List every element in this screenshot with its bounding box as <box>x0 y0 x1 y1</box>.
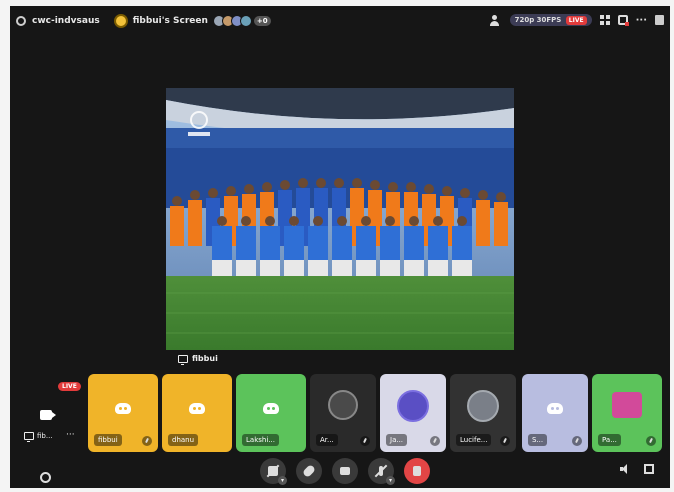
screen-share-icon <box>340 467 350 475</box>
discord-logo-icon <box>543 396 567 420</box>
chat-icon[interactable] <box>655 15 664 25</box>
house-avatar-icon <box>612 392 642 419</box>
camera-off-button[interactable]: ▾ <box>260 458 287 485</box>
avatar <box>239 15 252 27</box>
discord-logo-icon <box>259 396 283 420</box>
screen-title: fibbui's Screen <box>132 16 208 26</box>
viewer-avatars[interactable]: +0 <box>212 15 271 27</box>
more-options-icon[interactable]: ··· <box>636 15 647 26</box>
self-stream-label[interactable]: fib... <box>24 432 53 442</box>
volume-icon[interactable] <box>620 464 630 474</box>
more-options-icon[interactable]: ··· <box>66 430 75 440</box>
participant-name: fibbui <box>94 434 122 446</box>
shared-screen-image <box>166 88 514 350</box>
share-screen-button[interactable] <box>332 458 358 484</box>
call-controls: ▾ ▾ <box>260 458 430 485</box>
user-avatar <box>397 390 429 423</box>
participant-tile[interactable]: Lakshi... <box>236 374 306 452</box>
participant-name: Ja... <box>386 434 408 446</box>
discord-logo-icon <box>185 396 209 420</box>
add-user-icon[interactable] <box>489 14 502 26</box>
participant-name: S... <box>528 434 548 446</box>
chevron-down-icon[interactable]: ▾ <box>278 476 287 485</box>
emoji-icon[interactable] <box>40 472 51 483</box>
participant-tile[interactable]: S... <box>522 374 588 452</box>
participant-name: Lakshi... <box>242 434 279 446</box>
user-avatar <box>328 390 358 421</box>
grid-layout-icon[interactable] <box>599 15 610 25</box>
muted-mic-icon <box>572 436 582 446</box>
chevron-down-icon[interactable]: ▾ <box>386 476 395 485</box>
muted-mic-icon <box>430 436 440 446</box>
participant-name: Lucife... <box>456 434 492 446</box>
stream-quality-badge[interactable]: 720p 30FPS LIVE <box>509 14 592 26</box>
screen-share-window: cwc-indvsaus fibbui's Screen +0 720p 30F… <box>10 6 670 488</box>
top-bar: cwc-indvsaus fibbui's Screen +0 720p 30F… <box>10 6 670 36</box>
participant-tile[interactable]: Lucife... <box>450 374 516 452</box>
monitor-icon <box>24 432 34 442</box>
user-avatar <box>467 390 499 423</box>
bottom-right-controls <box>620 464 654 474</box>
participant-name: Pa... <box>598 434 621 446</box>
participant-tile[interactable]: Ar... <box>310 374 376 452</box>
top-right-controls: 720p 30FPS LIVE ··· <box>489 14 664 26</box>
viewer-count-badge: +0 <box>253 16 271 26</box>
activity-button[interactable] <box>296 458 322 484</box>
muted-mic-icon <box>360 436 370 446</box>
participant-name: dhanu <box>168 434 199 446</box>
participant-tile[interactable]: dhanu <box>162 374 232 452</box>
channel-name[interactable]: cwc-indvsaus <box>32 16 100 26</box>
hang-up-icon <box>413 466 421 476</box>
popout-icon[interactable] <box>617 15 629 26</box>
stage-owner-label: fibbui <box>178 354 218 365</box>
participant-tile[interactable]: fibbui <box>88 374 158 452</box>
participant-tile[interactable]: Ja... <box>380 374 446 452</box>
voice-channel-icon <box>16 16 26 26</box>
stage-owner-name: fibbui <box>192 354 218 363</box>
streamer-avatar <box>113 14 128 28</box>
muted-mic-icon <box>500 436 510 446</box>
participant-name: Ar... <box>316 434 338 446</box>
camera-icon[interactable] <box>40 410 56 420</box>
muted-mic-icon <box>142 436 152 446</box>
rocket-icon <box>301 463 317 479</box>
stream-quality: 720p 30FPS <box>514 16 562 24</box>
mute-button[interactable]: ▾ <box>368 458 395 485</box>
self-user-name: fib... <box>37 432 53 440</box>
monitor-icon <box>178 354 188 365</box>
live-badge: LIVE <box>565 16 587 25</box>
discord-logo-icon <box>111 396 135 420</box>
live-tag: LIVE <box>58 382 81 391</box>
team-photo <box>166 88 514 350</box>
participant-tile[interactable]: Pa... <box>592 374 662 452</box>
muted-mic-icon <box>646 436 656 446</box>
exit-fullscreen-icon[interactable] <box>644 464 654 474</box>
disconnect-button[interactable] <box>404 458 430 484</box>
